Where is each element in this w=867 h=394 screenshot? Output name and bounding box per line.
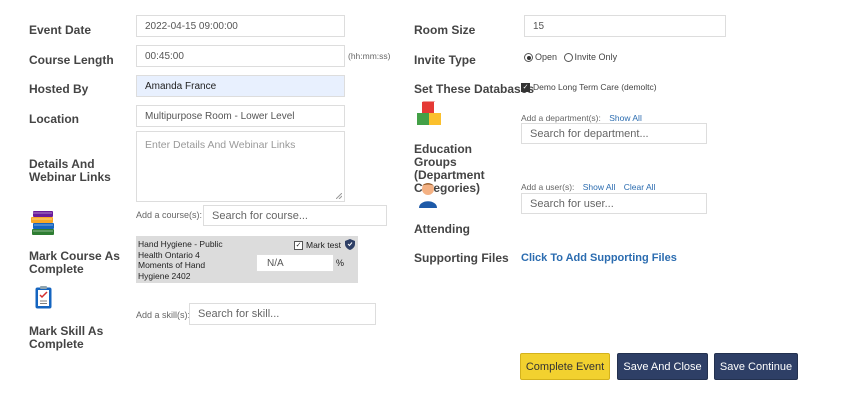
department-search-input[interactable]: Search for department... [521,123,707,144]
save-continue-button[interactable]: Save Continue [714,353,798,380]
mark-course-complete-label: Mark Course As Complete [29,249,120,276]
user-search-input[interactable]: Search for user... [521,193,707,214]
course-item-name: Hand Hygiene - Public Health Ontario 4 M… [138,239,223,281]
course-length-input[interactable]: 00:45:00 [136,45,345,67]
supporting-files-label: Supporting Files [414,251,509,265]
add-skill-label: Add a skill(s): [136,310,191,320]
cubes-icon [416,100,442,132]
invite-type-group: Open Invite Only [524,52,618,63]
invite-open-radio[interactable]: Open [524,52,558,63]
location-input[interactable]: Multipurpose Room - Lower Level [136,105,345,127]
database-item-label: Demo Long Term Care (demoltc) [533,82,657,92]
course-length-label: Course Length [29,53,114,67]
resize-handle-icon[interactable] [336,193,342,199]
mark-test-label: Mark test [306,240,341,250]
course-score-input[interactable]: N/A [256,254,334,272]
complete-event-button[interactable]: Complete Event [520,353,610,380]
department-show-all-link[interactable]: Show All [609,113,642,123]
database-checkbox[interactable]: ✓ Demo Long Term Care (demoltc) [521,82,657,93]
details-label: Details And Webinar Links [29,157,111,184]
add-supporting-files-link[interactable]: Click To Add Supporting Files [521,252,677,264]
room-size-label: Room Size [414,23,476,37]
user-person-icon [418,182,438,214]
invite-only-radio[interactable]: Invite Only [563,52,618,63]
event-date-input[interactable]: 2022-04-15 09:00:00 [136,15,345,37]
event-date-label: Event Date [29,23,92,37]
course-length-hint: (hh:mm:ss) [348,51,391,61]
hosted-by-label: Hosted By [29,82,89,96]
add-department-label: Add a department(s): [521,113,601,123]
invite-open-label: Open [535,52,558,62]
save-and-close-button[interactable]: Save And Close [617,353,708,380]
attending-label: Attending [414,222,470,236]
shield-icon [345,239,355,250]
invite-only-label: Invite Only [574,52,618,62]
radio-unselected-icon [563,53,573,63]
user-clear-all-link[interactable]: Clear All [624,182,656,192]
hosted-by-input[interactable]: Amanda France [136,75,345,97]
location-label: Location [29,112,79,126]
course-search-input[interactable]: Search for course... [203,205,387,226]
skill-search-input[interactable]: Search for skill... [189,303,376,325]
database-check-icon: ✓ [521,83,530,93]
room-size-input[interactable]: 15 [524,15,726,37]
invite-type-label: Invite Type [414,53,476,67]
course-item-card: Hand Hygiene - Public Health Ontario 4 M… [136,236,358,283]
set-databases-label: Set These Databases [414,82,535,96]
user-show-all-link[interactable]: Show All [583,182,616,192]
mark-test-check-icon: ✓ [294,241,303,251]
user-add-row: Add a user(s): Show All Clear All [521,182,655,192]
radio-selected-icon [524,53,533,63]
add-course-label: Add a course(s): [136,210,203,220]
mark-skill-complete-label: Mark Skill As Complete [29,324,104,351]
department-add-row: Add a department(s): Show All [521,113,642,123]
details-textarea[interactable]: Enter Details And Webinar Links [136,131,345,202]
mark-test-checkbox[interactable]: ✓ Mark test [294,240,341,251]
checklist-icon [35,286,52,314]
details-placeholder: Enter Details And Webinar Links [145,139,296,151]
books-stack-icon [30,209,56,242]
course-score-unit: % [336,258,345,268]
add-user-label: Add a user(s): [521,182,575,192]
